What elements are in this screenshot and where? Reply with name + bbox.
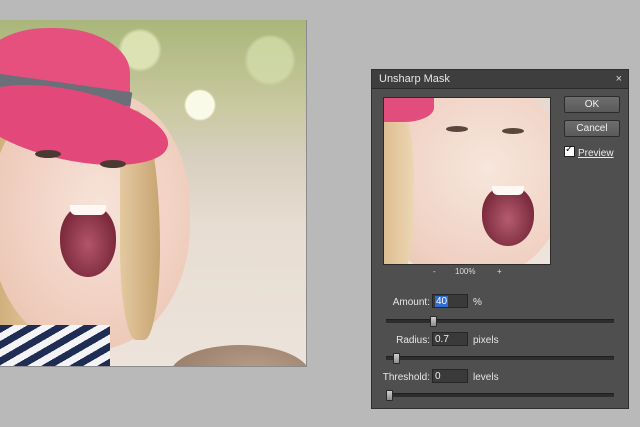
amount-unit: % [473,297,482,308]
zoom-in-button[interactable]: + [497,267,502,276]
amount-slider-thumb[interactable] [430,316,437,327]
cancel-button[interactable]: Cancel [564,120,620,137]
unsharp-mask-dialog: Unsharp Mask × - 100% + OK Cancel Previe… [371,69,629,409]
preview-checkbox-row[interactable]: Preview [564,144,614,159]
preview-eye [446,126,468,132]
amount-label: Amount: [392,297,430,308]
threshold-unit: levels [473,372,499,383]
preview-eye [502,128,524,134]
ok-button[interactable]: OK [564,96,620,113]
amount-slider[interactable] [386,316,614,327]
close-icon[interactable]: × [616,70,622,88]
eye-shape [35,150,61,158]
radius-input[interactable]: 0.7 [432,332,468,346]
threshold-slider-thumb[interactable] [386,390,393,401]
striped-shirt [0,325,110,366]
preview-pane[interactable] [383,97,551,265]
zoom-out-button[interactable]: - [433,267,436,276]
threshold-input[interactable]: 0 [432,369,468,383]
canvas-image [0,20,307,367]
zoom-bar: - 100% + [383,267,549,279]
preview-label: Preview [578,148,614,159]
radius-slider[interactable] [386,353,614,364]
radius-slider-thumb[interactable] [393,353,400,364]
threshold-slider[interactable] [386,390,614,401]
preview-hair [384,108,414,264]
dialog-titlebar[interactable]: Unsharp Mask × [372,70,628,89]
preview-mouth [482,186,534,246]
threshold-label: Threshold: [382,372,430,383]
teeth-shape [70,205,106,215]
dialog-title: Unsharp Mask [379,73,450,85]
amount-value: 40 [435,296,449,307]
eye-shape [100,160,126,168]
preview-checkbox[interactable] [564,144,575,157]
radius-unit: pixels [473,335,499,346]
teddy-bear [170,345,306,366]
preview-teeth [492,186,524,195]
mouth-shape [60,205,116,277]
zoom-level: 100% [455,267,476,276]
amount-input[interactable]: 40 [432,294,468,308]
radius-label: Radius: [396,335,430,346]
